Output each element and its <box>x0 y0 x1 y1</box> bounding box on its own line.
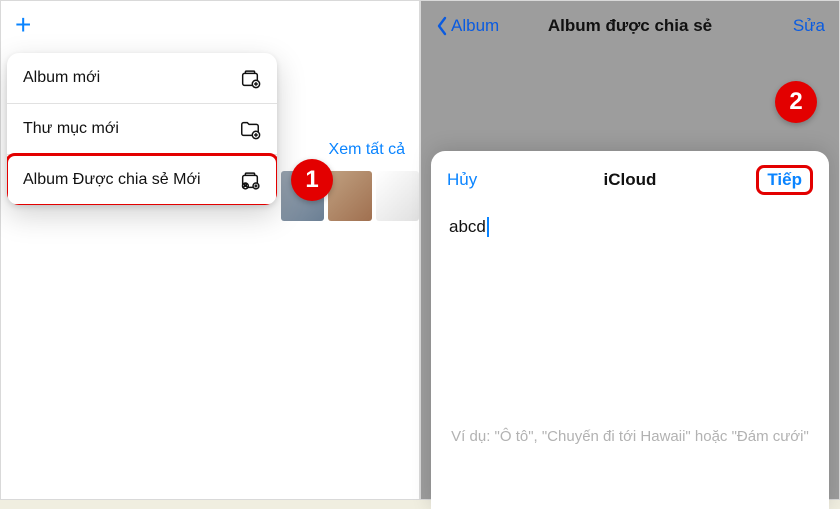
chevron-left-icon <box>435 16 449 36</box>
text-cursor <box>487 217 489 237</box>
input-placeholder-hint: Ví dụ: "Ô tô", "Chuyến đi tới Hawaii" ho… <box>447 425 813 449</box>
phone-left: + Xem tất cả Album mới Thư mụ <box>0 0 420 500</box>
screenshot-pair: + Xem tất cả Album mới Thư mụ <box>0 0 840 500</box>
menu-item-label: Album Được chia sẻ Mới <box>23 171 201 189</box>
nav-bar: Album Album được chia sẻ Sửa <box>421 1 839 51</box>
back-button[interactable]: Album <box>435 16 499 36</box>
thumbnail <box>328 171 371 221</box>
album-add-icon <box>239 67 261 89</box>
input-value: abcd <box>449 217 486 237</box>
next-button[interactable]: Tiếp <box>756 165 813 195</box>
menu-item-new-album[interactable]: Album mới <box>7 53 277 104</box>
step-badge-2: 2 <box>775 81 817 123</box>
add-button[interactable]: + <box>15 11 31 39</box>
add-menu-popup: Album mới Thư mục mới <box>7 53 277 205</box>
step-badge-1: 1 <box>291 159 333 201</box>
thumbnail <box>376 171 419 221</box>
menu-item-label: Album mới <box>23 69 100 87</box>
back-label: Album <box>451 16 499 36</box>
menu-item-label: Thư mục mới <box>23 120 119 138</box>
menu-item-new-folder[interactable]: Thư mục mới <box>7 104 277 155</box>
see-all-link[interactable]: Xem tất cả <box>329 141 405 159</box>
icloud-sheet: Hủy iCloud Tiếp abcd Ví dụ: "Ô tô", "Chu… <box>431 151 829 509</box>
shared-album-add-icon <box>239 169 261 191</box>
edit-button[interactable]: Sửa <box>793 16 825 36</box>
menu-item-new-shared-album[interactable]: Album Được chia sẻ Mới <box>7 155 277 205</box>
album-name-input[interactable]: abcd <box>447 213 813 241</box>
sheet-header: Hủy iCloud Tiếp <box>447 165 813 195</box>
phone-right: Album Album được chia sẻ Sửa 2 Hủy iClou… <box>420 0 840 500</box>
folder-add-icon <box>239 118 261 140</box>
cancel-button[interactable]: Hủy <box>447 170 477 190</box>
